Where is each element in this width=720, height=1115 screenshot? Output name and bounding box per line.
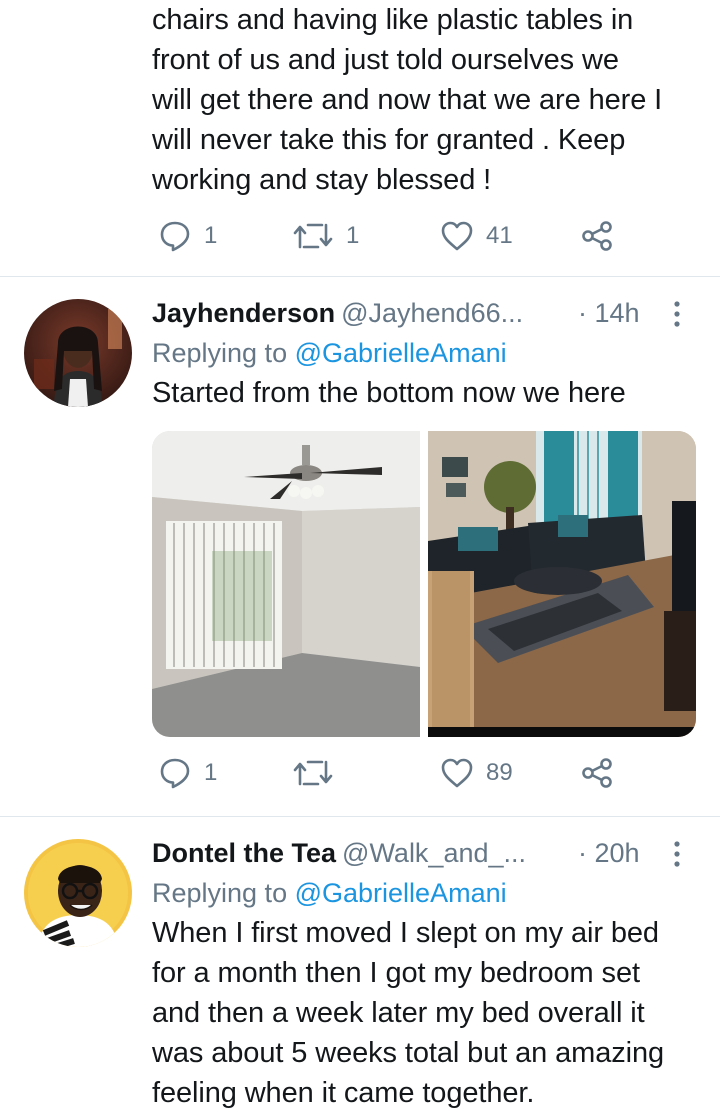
share-button[interactable] (580, 753, 614, 793)
retweet-button[interactable]: 1 (292, 216, 359, 256)
reply-button[interactable]: 1 (158, 753, 217, 793)
retweet-count: 1 (346, 222, 360, 249)
reply-count: 1 (204, 222, 218, 249)
replying-to: Replying to @GabrielleAmani (152, 333, 692, 373)
tweet-text-line: will get there and now that we are here … (152, 84, 663, 116)
avatar[interactable] (24, 299, 132, 407)
share-icon (580, 219, 614, 253)
tweet-text: Started from the bottom now we here (152, 377, 626, 409)
replying-prefix: Replying to (152, 338, 288, 368)
tweet-text: chairs and having like plastic tables in… (152, 0, 692, 200)
tweet-text-line: for a month then I got my bedroom set (152, 957, 640, 989)
reply-button[interactable]: 1 (158, 216, 217, 256)
replying-to-link[interactable]: @GabrielleAmani (295, 338, 507, 368)
display-name[interactable]: Dontel the Tea (152, 838, 336, 868)
replying-prefix: Replying to (152, 878, 288, 908)
tweet-text-line: front of us and just told ourselves we (152, 44, 619, 76)
reply-count: 1 (204, 759, 218, 786)
timestamp[interactable]: · 20h (578, 833, 640, 873)
timestamp[interactable]: · 14h (578, 293, 640, 333)
share-button[interactable] (580, 216, 614, 256)
reply-icon (158, 756, 192, 790)
photo-empty-room[interactable] (152, 431, 420, 737)
tweet-text-line: was about 5 weeks total but an amazing (152, 1037, 665, 1069)
reply-icon (158, 219, 192, 253)
share-icon (580, 756, 614, 790)
more-icon[interactable] (672, 839, 682, 867)
user-handle[interactable]: @Jayhend66... (341, 298, 523, 328)
more-icon[interactable] (672, 299, 682, 327)
display-name[interactable]: Jayhenderson (152, 298, 335, 328)
tweet-header: Dontel the Tea @Walk_and_... · 20h (152, 833, 692, 873)
avatar[interactable] (24, 839, 132, 947)
like-button[interactable]: 41 (440, 216, 513, 256)
tweet-text-line: will never take this for granted . Keep (152, 124, 626, 156)
reply-content: Jayhenderson @Jayhend66... · 14h Replying… (152, 293, 692, 413)
tweet-text: When I first moved I slept on my air bed… (152, 913, 692, 1113)
tweet-text-line: chairs and having like plastic tables in (152, 4, 634, 36)
like-count: 89 (486, 759, 513, 786)
retweet-button[interactable] (292, 753, 346, 793)
like-count: 41 (486, 222, 513, 249)
like-button[interactable]: 89 (440, 753, 513, 793)
tweet-actions: 1 89 (152, 753, 672, 793)
tweet-actions: 1 1 41 (152, 216, 672, 256)
reply-tweet[interactable]: Dontel the Tea @Walk_and_... · 20h Replyi… (0, 817, 720, 1115)
like-icon (440, 219, 474, 253)
retweet-icon (292, 756, 334, 790)
tweet-continued: chairs and having like plastic tables in… (0, 0, 720, 276)
tweet-text-line: working and stay blessed ! (152, 164, 492, 196)
reply-tweet[interactable]: Jayhenderson @Jayhend66... · 14h Replying… (0, 277, 720, 816)
like-icon (440, 756, 474, 790)
tweet-text-line: and then a week later my bed overall it (152, 997, 645, 1029)
replying-to: Replying to @GabrielleAmani (152, 873, 692, 913)
retweet-icon (292, 219, 334, 253)
tweet-text-line: When I first moved I slept on my air bed (152, 917, 659, 949)
tweet-header: Jayhenderson @Jayhend66... · 14h (152, 293, 692, 333)
media-grid (152, 431, 696, 737)
user-handle[interactable]: @Walk_and_... (342, 838, 526, 868)
photo-living-room[interactable] (428, 431, 696, 737)
replying-to-link[interactable]: @GabrielleAmani (295, 878, 507, 908)
reply-content: Dontel the Tea @Walk_and_... · 20h Replyi… (152, 833, 692, 1113)
tweet-text-line: feeling when it came together. (152, 1077, 535, 1109)
